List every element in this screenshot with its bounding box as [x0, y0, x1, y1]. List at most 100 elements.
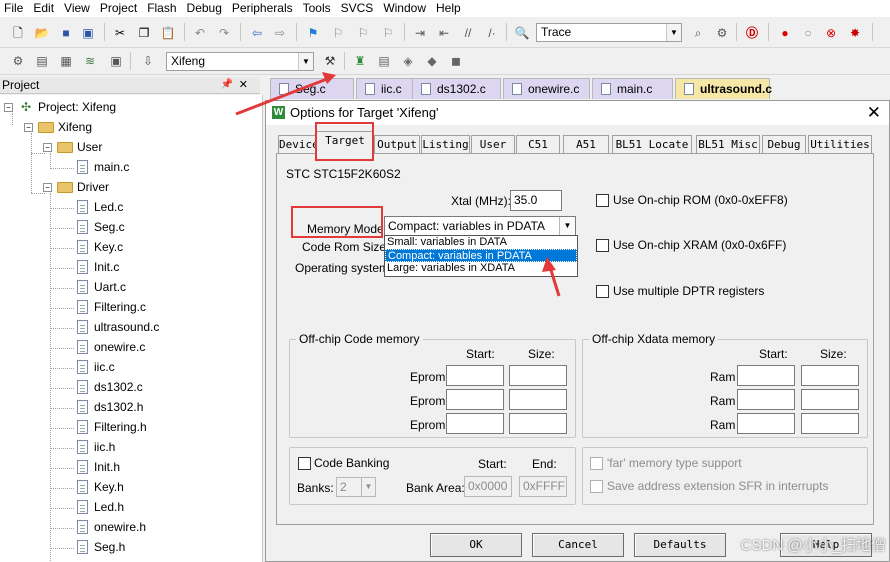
menu-edit[interactable]: Edit: [28, 0, 59, 17]
manage-project-icon[interactable]: ▤: [376, 53, 392, 69]
tree-file[interactable]: Filtering.c: [75, 298, 146, 316]
disable-all-breakpoints-icon[interactable]: ✸: [847, 25, 863, 41]
cut-icon[interactable]: ✂: [112, 25, 128, 41]
rebuild-icon[interactable]: ▦: [58, 53, 74, 69]
editor-tab[interactable]: onewire.c: [503, 78, 590, 99]
batch-build-icon[interactable]: ≋: [82, 53, 98, 69]
indent-icon[interactable]: ⇥: [412, 25, 428, 41]
defaults-button[interactable]: Defaults: [634, 533, 726, 557]
tree-target[interactable]: − Xifeng: [24, 118, 92, 136]
menu-project[interactable]: Project: [95, 0, 142, 17]
tree-group-user[interactable]: − User: [43, 138, 102, 156]
close-icon[interactable]: ✕: [239, 77, 248, 93]
memory-model-select[interactable]: Compact: variables in PDATA ▼: [384, 216, 576, 236]
tree-file[interactable]: Led.h: [75, 498, 124, 516]
menu-window[interactable]: Window: [378, 0, 431, 17]
tree-file[interactable]: Init.h: [75, 458, 120, 476]
unindent-icon[interactable]: ⇤: [436, 25, 452, 41]
tab-device[interactable]: Device: [278, 135, 319, 153]
tab-debug[interactable]: Debug: [762, 135, 806, 153]
memory-model-option-selected[interactable]: Compact: variables in PDATA: [385, 249, 577, 262]
save-icon[interactable]: ■: [58, 25, 74, 41]
redo-icon[interactable]: ↷: [216, 25, 232, 41]
menu-debug[interactable]: Debug: [182, 0, 227, 17]
close-icon[interactable]: ✕: [867, 101, 881, 125]
collapse-icon[interactable]: −: [4, 102, 13, 112]
menu-peripherals[interactable]: Peripherals: [227, 0, 298, 17]
menu-tools[interactable]: Tools: [298, 0, 336, 17]
find-combo[interactable]: Trace ▼: [536, 23, 682, 42]
ram-start-input[interactable]: [737, 389, 795, 410]
chevron-down-icon[interactable]: ▼: [298, 53, 313, 70]
ram-size-input[interactable]: [801, 413, 859, 434]
bank-end-input[interactable]: 0xFFFF: [519, 476, 567, 497]
tree-file[interactable]: iic.h: [75, 438, 115, 456]
disable-breakpoint-icon[interactable]: ○: [800, 25, 816, 41]
editor-tab[interactable]: ds1302.c: [412, 78, 501, 99]
xtal-input[interactable]: 35.0: [510, 190, 562, 211]
download-icon[interactable]: ⇩: [140, 53, 156, 69]
manage-components-icon[interactable]: ♜: [352, 53, 368, 69]
chevron-down-icon[interactable]: ▼: [666, 24, 681, 41]
far-memory-checkbox[interactable]: [590, 457, 603, 470]
ram-size-input[interactable]: [801, 389, 859, 410]
find-in-files-icon[interactable]: 🔍: [514, 25, 530, 41]
pin-icon[interactable]: 📌: [221, 77, 233, 93]
chevron-down-icon[interactable]: ▼: [559, 217, 575, 235]
open-icon[interactable]: 📂: [34, 25, 50, 41]
tab-user[interactable]: User: [471, 135, 515, 153]
stop-build-icon[interactable]: ▣: [108, 53, 124, 69]
translate-icon[interactable]: ⚙: [10, 53, 26, 69]
configure-icon[interactable]: ⚙: [714, 25, 730, 41]
comment-icon[interactable]: //: [460, 25, 476, 41]
tree-file[interactable]: Key.c: [75, 238, 123, 256]
back-icon[interactable]: ⇦: [249, 25, 265, 41]
tab-target[interactable]: Target: [316, 131, 374, 154]
undo-icon[interactable]: ↶: [192, 25, 208, 41]
debug-start-icon[interactable]: Ⓓ: [744, 25, 760, 41]
bookmark-icon[interactable]: ⚑: [305, 25, 321, 41]
editor-tab[interactable]: Seg.c: [270, 78, 354, 99]
tree-file[interactable]: Key.h: [75, 478, 124, 496]
target-options-icon[interactable]: ⚒: [322, 53, 338, 69]
tab-c51[interactable]: C51: [516, 135, 560, 153]
uncomment-icon[interactable]: /·: [484, 25, 500, 41]
tree-file[interactable]: Uart.c: [75, 278, 126, 296]
memory-model-option[interactable]: Large: variables in XDATA: [385, 262, 577, 275]
tree-file[interactable]: ds1302.h: [75, 398, 143, 416]
editor-tab[interactable]: ultrasound.c: [675, 78, 772, 99]
tree-file[interactable]: onewire.c: [75, 338, 145, 356]
tree-file[interactable]: onewire.h: [75, 518, 146, 536]
new-file-icon[interactable]: 🗋: [10, 25, 26, 41]
paste-icon[interactable]: 📋: [160, 25, 176, 41]
incremental-find-icon[interactable]: ⌕: [690, 25, 706, 41]
eprom-size-input[interactable]: [509, 413, 567, 434]
editor-tab[interactable]: main.c: [592, 78, 673, 99]
ram-start-input[interactable]: [737, 413, 795, 434]
tree-file[interactable]: Led.c: [75, 198, 123, 216]
build-icon[interactable]: ▤: [34, 53, 50, 69]
tree-file[interactable]: ultrasound.c: [75, 318, 159, 336]
forward-icon[interactable]: ⇨: [272, 25, 288, 41]
runtime-env-icon[interactable]: ◼: [448, 53, 464, 69]
tree-file[interactable]: main.c: [75, 158, 129, 176]
menu-view[interactable]: View: [59, 0, 95, 17]
select-packs-icon[interactable]: ◈: [400, 53, 416, 69]
tab-listing[interactable]: Listing: [421, 135, 470, 153]
ram-start-input[interactable]: [737, 365, 795, 386]
collapse-icon[interactable]: −: [43, 142, 52, 152]
menu-help[interactable]: Help: [431, 0, 466, 17]
tab-output[interactable]: Output: [374, 135, 420, 153]
collapse-icon[interactable]: −: [24, 122, 33, 132]
cancel-button[interactable]: Cancel: [532, 533, 624, 557]
memory-model-option[interactable]: Small: variables in DATA: [385, 236, 577, 249]
collapse-icon[interactable]: −: [43, 182, 52, 192]
save-all-icon[interactable]: ▣: [80, 25, 96, 41]
eprom-start-input[interactable]: [446, 389, 504, 410]
prev-bookmark-icon[interactable]: ⚐: [330, 25, 346, 41]
eprom-start-input[interactable]: [446, 365, 504, 386]
tree-file[interactable]: ds1302.c: [75, 378, 143, 396]
chevron-down-icon[interactable]: ▼: [361, 478, 375, 496]
pack-installer-icon[interactable]: ◆: [424, 53, 440, 69]
ram-size-input[interactable]: [801, 365, 859, 386]
